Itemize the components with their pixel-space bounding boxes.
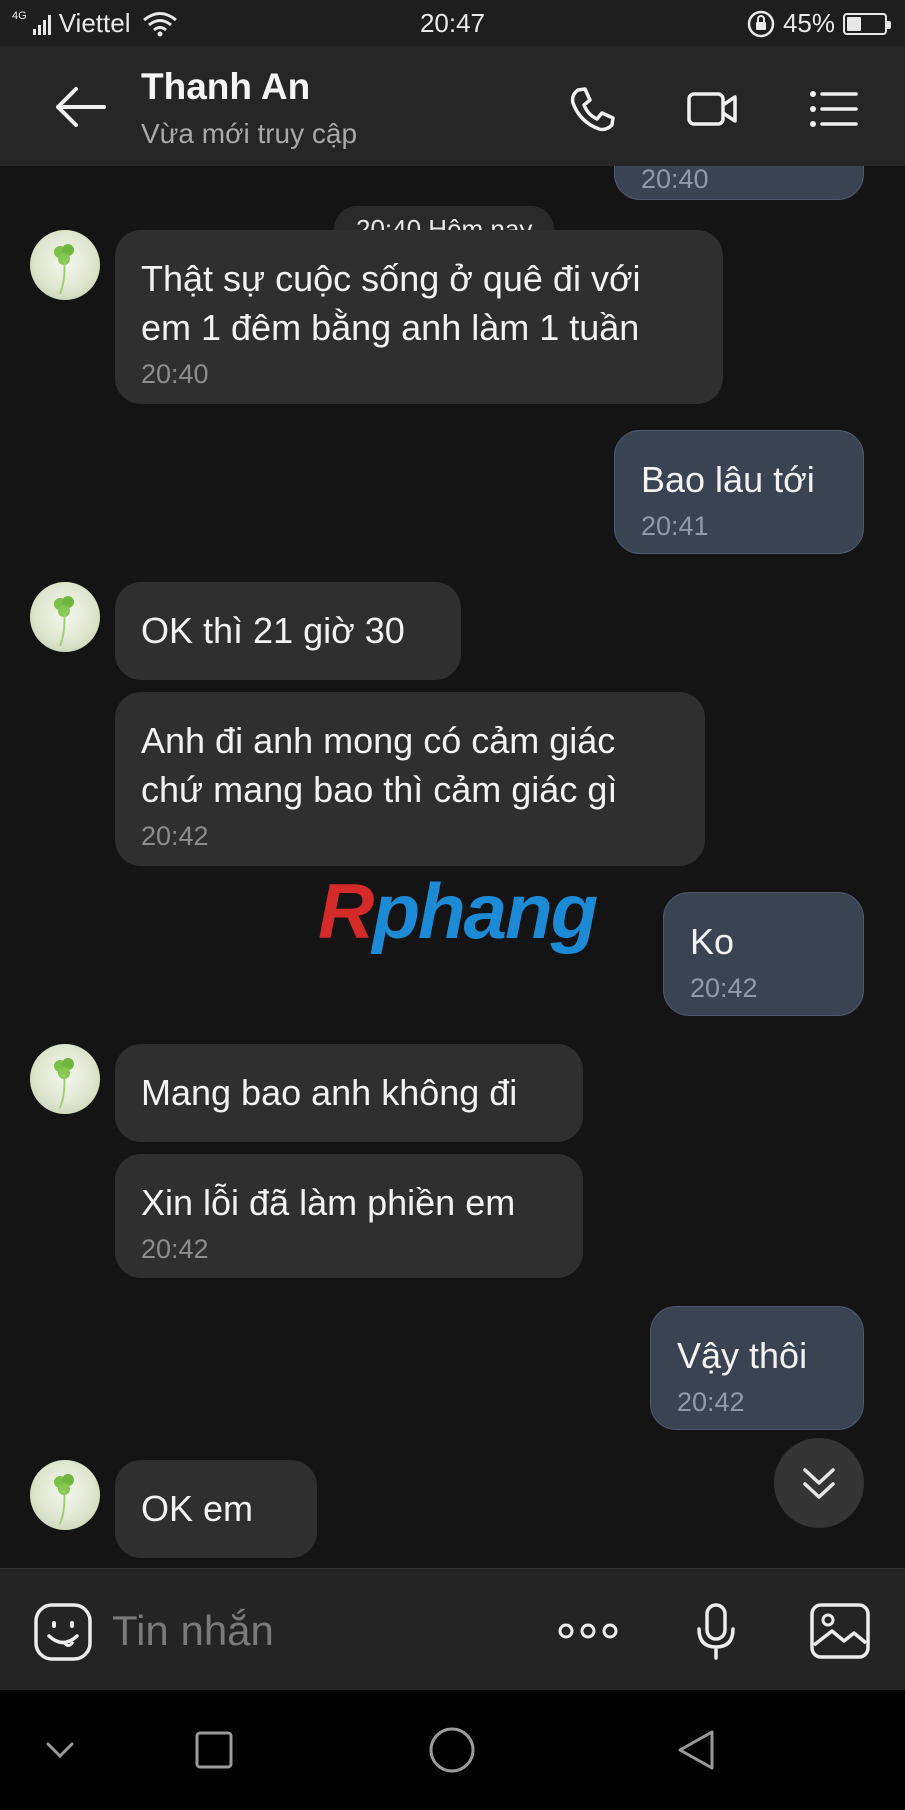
watermark-logo: Rphang: [318, 866, 598, 957]
watermark-rest: phang: [372, 867, 598, 955]
battery-icon: [843, 12, 891, 35]
message-time: 20:42: [677, 1387, 745, 1417]
message-text: Mang bao anh không đi: [141, 1072, 518, 1113]
message-bubble-incoming[interactable]: OK em: [115, 1460, 317, 1558]
image-gallery-icon[interactable]: [808, 1601, 872, 1661]
emoji-icon[interactable]: [32, 1601, 94, 1663]
message-text: OK thì 21 giờ 30: [141, 610, 405, 651]
clover-icon: [54, 1058, 74, 1109]
contact-avatar[interactable]: [30, 582, 100, 652]
system-nav-bar: [0, 1690, 905, 1810]
message-text-line: Thật sự cuộc sống ở quê đi với: [141, 258, 641, 299]
message-time: 20:41: [641, 511, 709, 541]
recents-square-icon[interactable]: [184, 1720, 244, 1780]
contact-avatar[interactable]: [30, 1460, 100, 1530]
message-text: Bao lâu tới: [641, 459, 815, 500]
phone-icon[interactable]: [566, 84, 618, 134]
scroll-to-bottom-button[interactable]: [774, 1438, 864, 1528]
collapse-chevron-icon[interactable]: [30, 1720, 90, 1780]
message-text-line: Anh đi anh mong có cảm giác: [141, 720, 616, 761]
composer-bar: [0, 1568, 905, 1690]
message-bubble-incoming[interactable]: Mang bao anh không đi: [115, 1044, 583, 1142]
video-camera-icon[interactable]: [686, 84, 738, 134]
message-bubble-incoming[interactable]: Thật sự cuộc sống ở quê đi với em 1 đêm …: [115, 230, 723, 404]
watermark-first-letter: R: [318, 867, 374, 955]
contact-avatar[interactable]: [30, 230, 100, 300]
message-bubble-outgoing[interactable]: Vậy thôi 20:42: [650, 1306, 864, 1430]
message-bubble-outgoing[interactable]: Bao lâu tới 20:41: [614, 430, 864, 554]
message-time: 20:42: [141, 821, 209, 851]
message-text: OK em: [141, 1488, 254, 1529]
message-time: 20:42: [141, 1234, 209, 1264]
message-text: Ko: [690, 921, 735, 962]
message-time: 20:42: [690, 973, 758, 1003]
contact-avatar[interactable]: [30, 1044, 100, 1114]
more-dots-icon[interactable]: [556, 1601, 620, 1661]
home-circle-icon[interactable]: [422, 1720, 482, 1780]
menu-list-icon[interactable]: [808, 84, 860, 134]
message-bubble-outgoing[interactable]: 20:40: [614, 166, 864, 200]
message-input[interactable]: [112, 1603, 532, 1659]
message-time: 20:40: [141, 359, 209, 389]
back-triangle-icon[interactable]: [666, 1720, 726, 1780]
contact-status: Vừa mới truy cập: [141, 118, 358, 149]
back-arrow-icon[interactable]: [52, 82, 108, 132]
status-right: 45%: [747, 8, 891, 39]
contact-name[interactable]: Thanh An: [141, 66, 310, 108]
chat-header: Thanh An Vừa mới truy cập: [0, 46, 905, 166]
message-bubble-outgoing[interactable]: Ko 20:42: [663, 892, 864, 1016]
status-bar: 4G Viettel 20:47 45%: [0, 0, 905, 46]
message-bubble-incoming[interactable]: Anh đi anh mong có cảm giác chứ mang bao…: [115, 692, 705, 866]
chat-screen: 4G Viettel 20:47 45% Thanh An Vừa mới tr…: [0, 0, 905, 1810]
clover-icon: [54, 244, 74, 295]
message-text: Vậy thôi: [677, 1335, 808, 1376]
battery-percent: 45%: [782, 8, 835, 38]
rotation-lock-icon: [747, 10, 775, 37]
message-text-line: chứ mang bao thì cảm giác gì: [141, 769, 618, 810]
message-bubble-incoming[interactable]: OK thì 21 giờ 30: [115, 582, 461, 680]
double-chevron-down-icon: [803, 1468, 835, 1499]
battery-fill: [847, 16, 861, 31]
message-list[interactable]: 20:40 20:40 Hôm nay Thật sự cuộc sống ở …: [0, 166, 905, 1568]
clover-icon: [54, 596, 74, 647]
message-time: 20:40: [641, 166, 709, 194]
microphone-icon[interactable]: [684, 1601, 748, 1661]
message-text-line: em 1 đêm bằng anh làm 1 tuần: [141, 307, 640, 348]
message-text: Xin lỗi đã làm phiền em: [141, 1182, 516, 1223]
clover-icon: [54, 1474, 74, 1525]
message-bubble-incoming[interactable]: Xin lỗi đã làm phiền em 20:42: [115, 1154, 583, 1278]
